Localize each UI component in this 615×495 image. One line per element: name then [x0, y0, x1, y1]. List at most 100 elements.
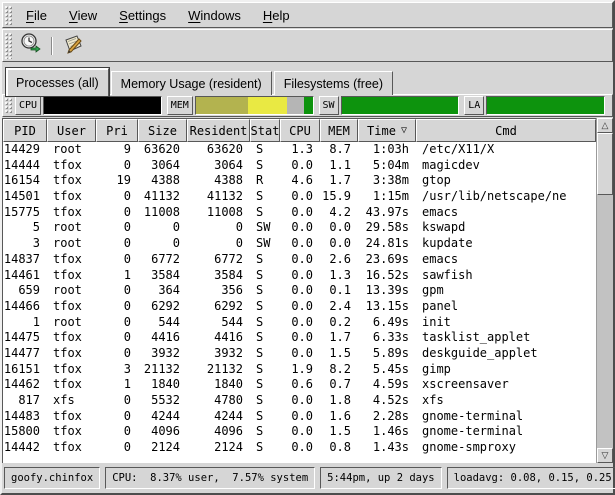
- cell-cpu: 0.0: [280, 409, 320, 425]
- cell-cmd: gpm: [416, 283, 596, 299]
- cell-mem: 0.2: [320, 315, 358, 331]
- mem-monitor-label[interactable]: MEM: [167, 96, 193, 115]
- cell-resident: 1840: [187, 377, 250, 393]
- cell-stat: S: [250, 424, 280, 440]
- cell-stat: S: [250, 189, 280, 205]
- cell-size: 11008: [138, 205, 187, 221]
- column-header-time[interactable]: Time▽: [358, 119, 416, 142]
- cell-cpu: 1.9: [280, 362, 320, 378]
- menu-item-settings[interactable]: Settings: [108, 3, 177, 27]
- cell-stat: S: [250, 377, 280, 393]
- sw-monitor-label[interactable]: SW: [319, 96, 339, 115]
- process-row[interactable]: 659root0364356S0.00.113.39sgpm: [3, 283, 596, 299]
- tab-memory-usage-resident[interactable]: Memory Usage (resident): [111, 71, 272, 95]
- process-row[interactable]: 14483tfox042444244S0.01.62.28sgnome-term…: [3, 409, 596, 425]
- process-row[interactable]: 14477tfox039323932S0.01.55.89sdeskguide_…: [3, 346, 596, 362]
- cell-cmd: xscreensaver: [416, 377, 596, 393]
- monitor-grip-handle[interactable]: [4, 97, 13, 114]
- cell-user: tfox: [47, 299, 96, 315]
- cell-time: 13.15s: [358, 299, 416, 315]
- cell-user: tfox: [47, 173, 96, 189]
- process-row[interactable]: 14501tfox04113241132S0.015.91:15m/usr/li…: [3, 189, 596, 205]
- cell-mem: 1.8: [320, 393, 358, 409]
- menu-item-windows[interactable]: Windows: [177, 3, 252, 27]
- process-row[interactable]: 5root000SW0.00.029.58skswapd: [3, 220, 596, 236]
- cell-cpu: 0.0: [280, 346, 320, 362]
- cell-mem: 15.9: [320, 189, 358, 205]
- cell-mem: 1.7: [320, 330, 358, 346]
- process-row[interactable]: 14444tfox030643064S0.01.15:04mmagicdev: [3, 158, 596, 174]
- status-bar: goofy.chinfoxCPU: 8.37% user, 7.57% syst…: [2, 463, 613, 493]
- cpu-monitor-label[interactable]: CPU: [15, 96, 41, 115]
- process-row[interactable]: 1root0544544S0.00.26.49sinit: [3, 315, 596, 331]
- cell-time: 6.33s: [358, 330, 416, 346]
- scroll-up-button[interactable]: △: [597, 118, 613, 133]
- tab-processes-all[interactable]: Processes (all): [6, 68, 109, 96]
- process-row[interactable]: 16154tfox1943884388R4.61.73:38mgtop: [3, 173, 596, 189]
- cell-resident: 356: [187, 283, 250, 299]
- vertical-scrollbar[interactable]: △ ▽: [596, 118, 613, 463]
- run-timer-button[interactable]: [15, 32, 47, 60]
- scrollbar-thumb[interactable]: [597, 133, 613, 195]
- menubar-grip-handle[interactable]: [4, 5, 13, 25]
- process-row[interactable]: 14429root96362063620S1.38.71:03h/etc/X11…: [3, 142, 596, 158]
- column-header-cpu[interactable]: CPU: [280, 119, 320, 142]
- column-header-pid[interactable]: PID: [3, 119, 47, 142]
- process-row[interactable]: 14475tfox044164416S0.01.76.33stasklist_a…: [3, 330, 596, 346]
- process-row[interactable]: 16151tfox32113221132S1.98.25.45sgimp: [3, 362, 596, 378]
- cell-time: 29.58s: [358, 220, 416, 236]
- scroll-down-button[interactable]: ▽: [597, 448, 613, 463]
- cell-time: 4.59s: [358, 377, 416, 393]
- cell-cmd: deskguide_applet: [416, 346, 596, 362]
- cell-cpu: 0.0: [280, 252, 320, 268]
- cell-stat: S: [250, 409, 280, 425]
- column-header-resident[interactable]: Resident: [187, 119, 250, 142]
- toolbar-grip-handle[interactable]: [4, 32, 13, 59]
- process-row[interactable]: 3root000SW0.00.024.81skupdate: [3, 236, 596, 252]
- cell-pid: 659: [3, 283, 47, 299]
- process-row[interactable]: 14442tfox021242124S0.00.81.43sgnome-smpr…: [3, 440, 596, 456]
- cell-cmd: xfs: [416, 393, 596, 409]
- la-monitor-bar[interactable]: [486, 96, 605, 115]
- cell-user: xfs: [47, 393, 96, 409]
- column-header-cmd[interactable]: Cmd: [416, 119, 596, 142]
- menu-item-help[interactable]: Help: [252, 3, 301, 27]
- cell-cpu: 0.6: [280, 377, 320, 393]
- cell-resident: 3932: [187, 346, 250, 362]
- menu-item-file[interactable]: File: [15, 3, 58, 27]
- scrollbar-track[interactable]: [597, 195, 613, 448]
- la-monitor-label[interactable]: LA: [464, 96, 484, 115]
- process-row[interactable]: 817xfs055324780S0.01.84.52sxfs: [3, 393, 596, 409]
- process-row[interactable]: 14462tfox118401840S0.60.74.59sxscreensav…: [3, 377, 596, 393]
- cell-time: 5:04m: [358, 158, 416, 174]
- column-header-size[interactable]: Size: [138, 119, 187, 142]
- cell-mem: 1.6: [320, 409, 358, 425]
- process-row[interactable]: 14466tfox062926292S0.02.413.15spanel: [3, 299, 596, 315]
- process-row[interactable]: 15775tfox01100811008S0.04.243.97semacs: [3, 205, 596, 221]
- cell-size: 4388: [138, 173, 187, 189]
- cell-user: tfox: [47, 189, 96, 205]
- cell-cmd: kswapd: [416, 220, 596, 236]
- cell-pri: 0: [96, 158, 138, 174]
- process-row[interactable]: 14837tfox067726772S0.02.623.69semacs: [3, 252, 596, 268]
- cell-pid: 14444: [3, 158, 47, 174]
- column-header-stat[interactable]: Stat: [250, 119, 280, 142]
- mem-monitor-bar[interactable]: [195, 96, 314, 115]
- cell-size: 544: [138, 315, 187, 331]
- process-row[interactable]: 14461tfox135843584S0.01.316.52ssawfish: [3, 268, 596, 284]
- column-header-pri[interactable]: Pri: [96, 119, 138, 142]
- menu-item-view[interactable]: View: [58, 3, 108, 27]
- monitor-segment: [196, 97, 249, 114]
- process-row[interactable]: 15800tfox040964096S0.01.51.46sgnome-term…: [3, 424, 596, 440]
- column-header-mem[interactable]: MEM: [320, 119, 358, 142]
- cpu-monitor-bar[interactable]: [43, 96, 162, 115]
- cell-resident: 4416: [187, 330, 250, 346]
- edit-properties-button[interactable]: [57, 32, 89, 60]
- tab-filesystems-free[interactable]: Filesystems (free): [274, 71, 393, 95]
- sw-monitor-bar[interactable]: [341, 96, 460, 115]
- tab-strip: Processes (all)Memory Usage (resident)Fi…: [2, 63, 613, 94]
- column-header-user[interactable]: User: [47, 119, 96, 142]
- cell-pri: 1: [96, 377, 138, 393]
- process-table-main: PIDUserPriSizeResidentStatCPUMEMTime▽Cmd…: [2, 118, 596, 463]
- cell-cmd: kupdate: [416, 236, 596, 252]
